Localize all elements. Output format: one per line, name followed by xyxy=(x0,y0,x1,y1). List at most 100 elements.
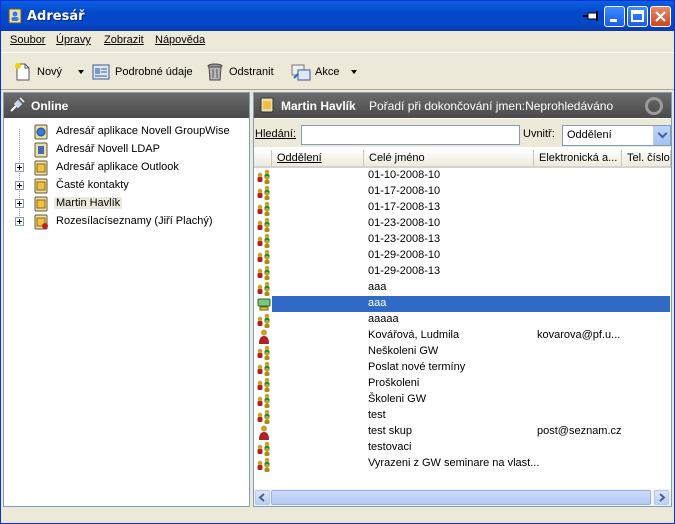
contact-full-name: 01-23-2008-13 xyxy=(368,233,441,245)
contacts-list: 01-10-2008-10 01-17-2008-10 01-17-2008-13 0… xyxy=(254,168,671,490)
column-header-phone[interactable]: Tel. číslo xyxy=(622,150,671,168)
menu-upravy[interactable]: Úpravy xyxy=(56,34,91,46)
details-button[interactable]: Podrobné údaje xyxy=(91,60,193,84)
expand-icon[interactable] xyxy=(15,199,24,208)
column-header-email[interactable]: Elektronická a... xyxy=(534,150,622,168)
chevron-down-icon[interactable] xyxy=(653,126,670,145)
group-icon xyxy=(257,313,270,328)
group-icon xyxy=(257,249,270,264)
tree-item-outlook[interactable]: Adresář aplikace Outlook xyxy=(4,159,249,177)
refresh-icon[interactable] xyxy=(645,97,663,115)
within-label: Uvnitř: xyxy=(523,128,555,140)
contact-row[interactable]: test skup post@seznam.cz xyxy=(254,424,671,440)
scroll-thumb[interactable] xyxy=(271,490,651,505)
close-icon xyxy=(655,11,666,22)
contact-row[interactable]: aaa xyxy=(254,280,671,296)
group-icon xyxy=(257,409,270,424)
tree-item-martin-havlik[interactable]: Martin Havlík xyxy=(4,195,249,213)
trash-icon xyxy=(207,63,223,81)
contact-row[interactable]: Kovářová, Ludmila kovarova@pf.u... xyxy=(254,328,671,344)
group-icon xyxy=(257,265,270,280)
contact-row[interactable]: aaaaa xyxy=(254,312,671,328)
tree-item-groupwise[interactable]: Adresář aplikace Novell GroupWise xyxy=(4,123,249,141)
contact-row[interactable]: 01-23-2008-13 xyxy=(254,232,671,248)
contact-row[interactable]: Proškoleni xyxy=(254,376,671,392)
scroll-right-button[interactable] xyxy=(654,490,669,505)
delete-label: Odstranit xyxy=(229,66,274,78)
contact-row[interactable]: 01-17-2008-10 xyxy=(254,184,671,200)
delete-button[interactable]: Odstranit xyxy=(205,60,274,84)
group-icon xyxy=(257,233,270,248)
group-icon xyxy=(257,457,270,472)
menu-soubor[interactable]: Soubor xyxy=(10,34,45,46)
expand-icon[interactable] xyxy=(15,181,24,190)
actions-button[interactable]: Akce xyxy=(291,60,339,84)
search-label: Hledání: xyxy=(255,128,296,140)
contact-full-name: test skup xyxy=(368,425,413,437)
contact-full-name: 01-17-2008-13 xyxy=(368,201,441,213)
window-title: Adresář xyxy=(27,9,85,24)
contact-row[interactable]: test xyxy=(254,408,671,424)
tree-item-label: Časté kontakty xyxy=(56,179,129,191)
actions-icon xyxy=(291,64,311,81)
contact-row[interactable]: Vyrazeni z GW seminare na vlast... xyxy=(254,456,671,472)
tree-item-frequent-contacts[interactable]: Časté kontakty xyxy=(4,177,249,195)
tree-item-distribution-lists[interactable]: Rozesílacíseznamy (Jiří Plachý) xyxy=(4,213,249,231)
pin-icon[interactable] xyxy=(583,10,601,22)
group-icon xyxy=(257,345,270,360)
contact-full-name: aaa xyxy=(368,297,387,309)
contact-row[interactable]: Školeni GW xyxy=(254,392,671,408)
contact-row[interactable]: testovaci xyxy=(254,440,671,456)
online-header: Online xyxy=(4,93,249,118)
contact-email: kovarova@pf.u... xyxy=(537,329,621,341)
contact-row[interactable]: 01-29-2008-10 xyxy=(254,248,671,264)
book-icon xyxy=(260,97,274,113)
contact-full-name: Kovářová, Ludmila xyxy=(368,329,460,341)
column-header-department[interactable]: Oddělení xyxy=(272,150,364,168)
scroll-left-button[interactable] xyxy=(255,490,270,505)
horizontal-scrollbar[interactable] xyxy=(254,489,671,506)
actions-dropdown-icon[interactable] xyxy=(351,70,357,74)
close-button[interactable] xyxy=(650,6,671,27)
new-dropdown-icon[interactable] xyxy=(78,70,84,74)
contact-row[interactable]: 01-29-2008-13 xyxy=(254,264,671,280)
group-icon xyxy=(257,217,270,232)
group-icon xyxy=(257,393,270,408)
search-bar: Hledání: Uvnitř: Oddělení xyxy=(254,119,671,147)
details-icon xyxy=(92,64,110,80)
person-icon xyxy=(259,425,269,440)
title-bar[interactable]: Adresář xyxy=(1,1,674,31)
contact-full-name: 01-23-2008-10 xyxy=(368,217,441,229)
arrow-right-icon xyxy=(659,493,666,502)
minimize-button[interactable] xyxy=(604,6,625,27)
contact-row[interactable]: Neškoleni GW xyxy=(254,344,671,360)
new-button[interactable]: Nový xyxy=(13,60,62,84)
menu-zobrazit[interactable]: Zobrazit xyxy=(104,34,144,46)
column-label: Tel. číslo xyxy=(627,152,670,164)
contact-row[interactable]: 01-10-2008-10 xyxy=(254,168,671,184)
name-completion-info: Pořadí při dokončování jmen:Neprohledává… xyxy=(369,99,614,113)
expand-icon[interactable] xyxy=(15,163,24,172)
address-books-pane: Online Adresář aplikace Novell GroupWise… xyxy=(3,92,250,507)
contact-row[interactable]: Poslat nové termíny xyxy=(254,360,671,376)
menu-napoveda[interactable]: Nápověda xyxy=(155,34,205,46)
within-select[interactable]: Oddělení xyxy=(562,125,671,146)
book-name: Martin Havlík xyxy=(281,99,356,113)
contact-row[interactable]: 01-23-2008-10 xyxy=(254,216,671,232)
tree-item-label: Rozesílacíseznamy (Jiří Plachý) xyxy=(56,215,213,227)
book-icon xyxy=(34,178,48,194)
column-label: Celé jméno xyxy=(369,152,425,164)
actions-label: Akce xyxy=(315,66,340,78)
tree-item-ldap[interactable]: Adresář Novell LDAP xyxy=(4,141,249,159)
distribution-list-icon xyxy=(34,214,48,230)
contact-row[interactable]: aaa xyxy=(254,296,671,312)
expand-icon[interactable] xyxy=(15,217,24,226)
contact-row[interactable]: 01-17-2008-13 xyxy=(254,200,671,216)
column-header-icon[interactable] xyxy=(254,150,272,168)
column-header-full-name[interactable]: Celé jméno xyxy=(364,150,534,168)
selection-highlight xyxy=(272,296,670,312)
group-icon xyxy=(257,201,270,216)
search-input[interactable] xyxy=(301,125,520,145)
person-icon xyxy=(259,329,269,344)
maximize-button[interactable] xyxy=(627,6,648,27)
